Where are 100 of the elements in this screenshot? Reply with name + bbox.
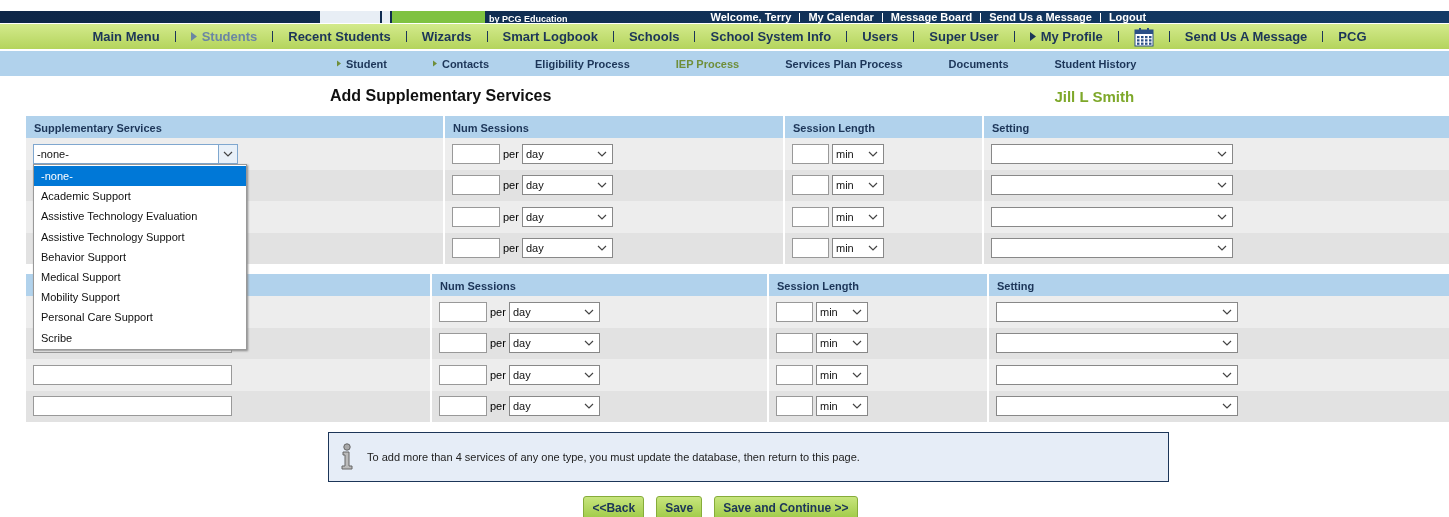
setting-select[interactable] xyxy=(991,206,1233,227)
session-length-input[interactable] xyxy=(776,333,813,354)
nav-link[interactable]: Main Menu xyxy=(92,29,160,44)
top-link[interactable]: My Calendar xyxy=(808,11,874,23)
caret-icon xyxy=(868,213,878,220)
num-sessions-input[interactable] xyxy=(452,143,500,164)
unit-select[interactable]: min xyxy=(832,206,884,227)
period-select[interactable]: day xyxy=(508,333,600,354)
setting-select[interactable] xyxy=(996,333,1238,354)
nav-link[interactable]: Send Us A Message xyxy=(1184,29,1308,44)
subnav-tab[interactable]: Student History xyxy=(1054,57,1137,70)
setting-select[interactable] xyxy=(996,301,1238,322)
top-link[interactable]: Message Board xyxy=(890,11,973,23)
info-icon xyxy=(339,443,355,471)
subnav-tab[interactable]: Documents xyxy=(948,57,1009,70)
unit-select[interactable]: min xyxy=(816,396,868,417)
caret-icon xyxy=(1222,340,1232,347)
num-sessions-input[interactable] xyxy=(439,301,487,322)
period-select[interactable]: day xyxy=(521,206,613,227)
subnav-tab[interactable]: Student xyxy=(337,57,387,70)
setting-select[interactable] xyxy=(991,238,1233,259)
period-select[interactable]: day xyxy=(521,143,613,164)
arrow-icon xyxy=(1029,32,1036,41)
dropdown-option[interactable]: Personal Care Support xyxy=(34,307,246,328)
nav-link[interactable]: Recent Students xyxy=(288,29,391,44)
session-length-input[interactable] xyxy=(792,143,829,164)
caret-icon xyxy=(583,403,594,410)
unit-select[interactable]: min xyxy=(832,238,884,259)
caret-icon xyxy=(868,150,878,157)
unit-select[interactable]: min xyxy=(832,143,884,164)
caret-icon xyxy=(852,403,862,410)
per-label: per xyxy=(490,400,506,413)
dropdown-option[interactable]: Academic Support xyxy=(34,186,246,207)
caret-icon xyxy=(1222,371,1232,378)
caret-icon xyxy=(1217,213,1227,220)
service-select[interactable]: -none- xyxy=(33,143,238,164)
dropdown-option[interactable]: Mobility Support xyxy=(34,287,246,308)
period-select[interactable]: day xyxy=(521,175,613,196)
dropdown-option[interactable]: -none- xyxy=(34,166,246,187)
caret-icon xyxy=(1217,182,1227,189)
session-length-input[interactable] xyxy=(792,238,829,259)
session-length-input[interactable] xyxy=(776,396,813,417)
nav-link[interactable]: Schools xyxy=(628,29,680,44)
nav-link[interactable]: School System Info xyxy=(710,29,832,44)
num-sessions-input[interactable] xyxy=(439,333,487,354)
session-length-input[interactable] xyxy=(776,364,813,385)
dropdown-option[interactable]: Behavior Support xyxy=(34,246,246,267)
service-input[interactable] xyxy=(33,396,232,417)
dropdown-option[interactable]: Assistive Technology Support xyxy=(34,226,246,247)
session-length-input[interactable] xyxy=(792,175,829,196)
subnav-tab[interactable]: Contacts xyxy=(432,57,489,70)
subnav-tab[interactable]: Services Plan Process xyxy=(785,57,903,70)
calendar-icon[interactable] xyxy=(1133,26,1154,47)
period-select[interactable]: day xyxy=(521,238,613,259)
top-link[interactable]: Send Us a Message xyxy=(989,11,1092,23)
arrow-icon xyxy=(190,32,197,41)
nav-link[interactable]: Users xyxy=(862,29,899,44)
nav-link[interactable]: Super User xyxy=(929,29,999,44)
caret-icon xyxy=(596,150,607,157)
per-label: per xyxy=(503,179,519,192)
per-label: per xyxy=(503,242,519,255)
form-button[interactable]: Save and Continue >> xyxy=(714,496,858,517)
unit-select[interactable]: min xyxy=(816,364,868,385)
nav-link[interactable]: My Profile xyxy=(1029,29,1103,44)
session-length-input[interactable] xyxy=(792,206,829,227)
unit-select[interactable]: min xyxy=(832,175,884,196)
dropdown-option[interactable]: Medical Support xyxy=(34,266,246,288)
per-label: per xyxy=(503,210,519,223)
unit-select[interactable]: min xyxy=(816,333,868,354)
dropdown-option[interactable]: Assistive Technology Evaluation xyxy=(34,206,246,227)
service-input[interactable] xyxy=(33,364,232,385)
caret-icon xyxy=(583,371,594,378)
setting-select[interactable] xyxy=(996,364,1238,385)
unit-select[interactable]: min xyxy=(816,301,868,322)
form-button[interactable]: <<Back xyxy=(583,496,645,517)
nav-link[interactable]: Smart Logbook xyxy=(502,29,598,44)
column-header: Supplementary Services xyxy=(33,121,163,136)
dropdown-option[interactable]: Scribe xyxy=(34,327,246,348)
num-sessions-input[interactable] xyxy=(452,175,500,196)
num-sessions-input[interactable] xyxy=(439,364,487,385)
top-link[interactable]: Logout xyxy=(1108,11,1147,23)
setting-select[interactable] xyxy=(991,143,1233,164)
caret-icon xyxy=(596,213,607,220)
nav-link[interactable]: PCG xyxy=(1338,29,1367,44)
setting-select[interactable] xyxy=(996,396,1238,417)
num-sessions-input[interactable] xyxy=(452,238,500,259)
caret-icon xyxy=(852,308,862,315)
num-sessions-input[interactable] xyxy=(439,396,487,417)
setting-select[interactable] xyxy=(991,175,1233,196)
period-select[interactable]: day xyxy=(508,396,600,417)
brand-tagline: by PCG Education xyxy=(489,14,568,23)
subnav-tab[interactable]: Eligibility Process xyxy=(535,57,630,70)
nav-link[interactable]: Wizards xyxy=(421,29,472,44)
form-button[interactable]: Save xyxy=(656,496,703,517)
period-select[interactable]: day xyxy=(508,301,600,322)
num-sessions-input[interactable] xyxy=(452,206,500,227)
caret-icon xyxy=(583,308,594,315)
period-select[interactable]: day xyxy=(508,364,600,385)
session-length-input[interactable] xyxy=(776,301,813,322)
caret-icon xyxy=(1222,403,1232,410)
